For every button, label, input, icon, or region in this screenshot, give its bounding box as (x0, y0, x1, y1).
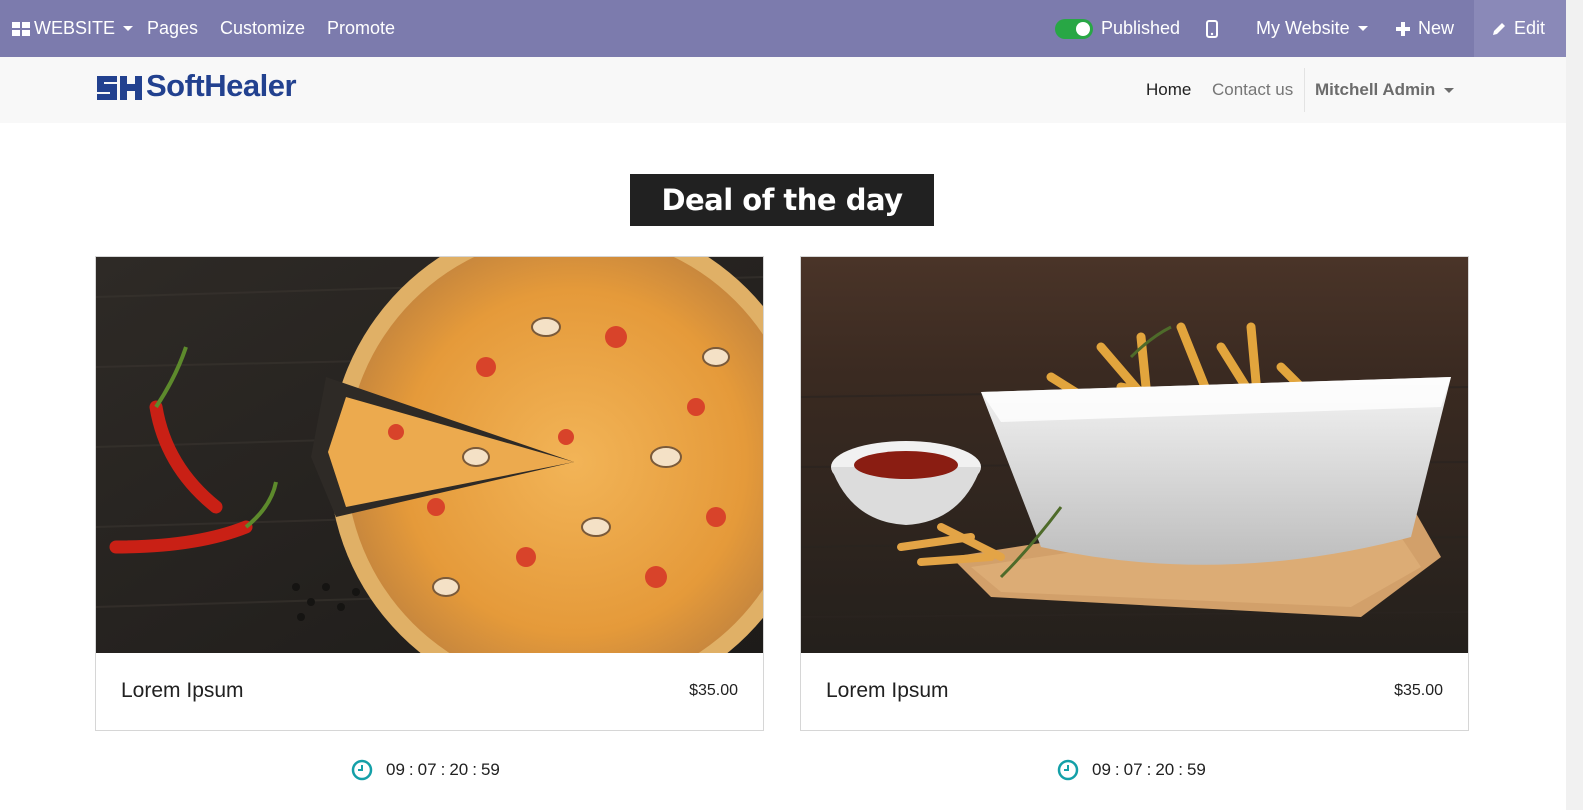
published-toggle[interactable]: Published (1055, 0, 1180, 57)
product-card[interactable]: Lorem Ipsum $35.00 (800, 256, 1469, 731)
new-label: New (1418, 18, 1455, 38)
product-card[interactable]: Lorem Ipsum $35.00 (95, 256, 764, 731)
product-name[interactable]: Lorem Ipsum (826, 679, 949, 703)
plus-icon (1396, 21, 1410, 36)
clock-icon (1057, 759, 1079, 781)
published-label: Published (1101, 18, 1181, 38)
customize-menu[interactable]: Customize (220, 0, 305, 57)
promote-menu[interactable]: Promote (327, 0, 395, 57)
chevron-down-icon (1444, 87, 1455, 93)
user-name: Mitchell Admin (1315, 80, 1436, 99)
section-title: Deal of the day (630, 174, 934, 226)
pages-menu[interactable]: Pages (147, 0, 198, 57)
website-editor-bar: WEBSITE Pages Customize Promote Publishe… (0, 0, 1566, 57)
timer-days: 09 (386, 760, 405, 779)
edit-label: Edit (1514, 18, 1546, 38)
new-button[interactable]: New (1396, 0, 1454, 57)
french-fries-image (801, 257, 1468, 653)
mobile-icon (1206, 19, 1218, 38)
timer-minutes: 20 (1155, 760, 1175, 779)
chevron-down-icon (1357, 26, 1368, 31)
edit-button[interactable]: Edit (1474, 0, 1566, 57)
toggle-switch (1055, 18, 1093, 39)
product-name[interactable]: Lorem Ipsum (121, 679, 244, 703)
countdown-timer: 09: 07: 20: 59 (1057, 758, 1206, 782)
product-price: $35.00 (689, 682, 738, 699)
mobile-preview-button[interactable] (1206, 0, 1218, 57)
chevron-down-icon (123, 26, 134, 31)
my-website-label: My Website (1256, 18, 1350, 38)
user-menu[interactable]: Mitchell Admin (1315, 80, 1455, 100)
countdown-timer: 09: 07: 20: 59 (351, 758, 500, 782)
timer-hours: 07 (1123, 760, 1143, 779)
timer-seconds: 59 (480, 760, 500, 779)
timer-days: 09 (1092, 760, 1111, 779)
nav-divider (1304, 68, 1305, 112)
my-website-menu[interactable]: My Website (1256, 0, 1368, 57)
website-menu-label: WEBSITE (34, 18, 116, 38)
pizza-image (96, 257, 763, 653)
softhealer-logo-mark (97, 76, 142, 100)
timer-seconds: 59 (1186, 760, 1206, 779)
timer-minutes: 20 (449, 760, 469, 779)
softhealer-logo[interactable]: SoftHealer (95, 68, 297, 104)
nav-contact-us[interactable]: Contact us (1212, 80, 1293, 100)
website-menu[interactable]: WEBSITE (12, 0, 134, 57)
product-price: $35.00 (1394, 682, 1443, 699)
product-image-pizza[interactable] (96, 257, 763, 653)
clock-icon (351, 759, 373, 781)
logo-text: SoftHealer (146, 68, 297, 103)
product-image-french-fries[interactable] (801, 257, 1468, 653)
timer-hours: 07 (417, 760, 437, 779)
apps-grid-icon (12, 21, 30, 36)
scrollbar[interactable] (1566, 0, 1583, 810)
pencil-icon (1493, 22, 1505, 35)
nav-home[interactable]: Home (1146, 80, 1191, 100)
